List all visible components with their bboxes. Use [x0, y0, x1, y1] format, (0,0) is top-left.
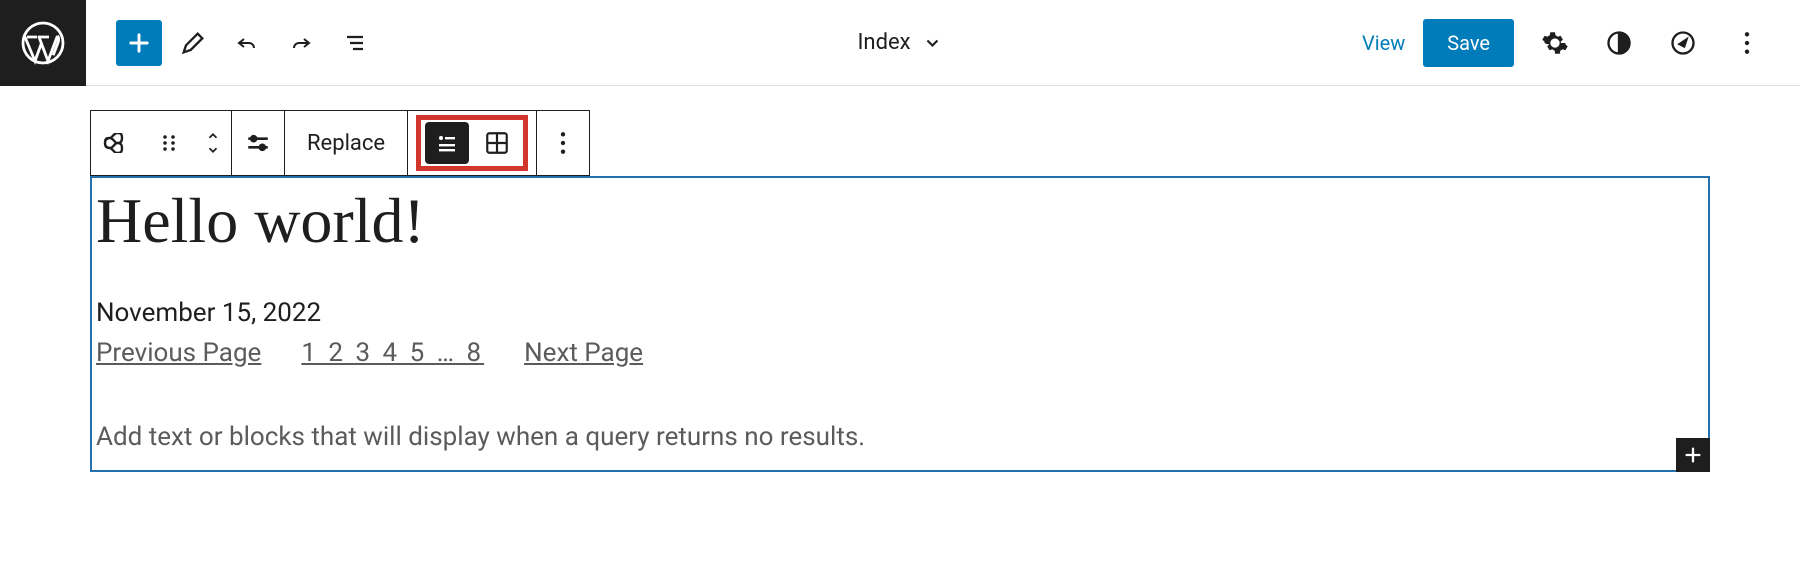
- replace-button[interactable]: Replace: [285, 111, 407, 175]
- list-layout-button[interactable]: [425, 122, 469, 164]
- block-more-options-button[interactable]: [537, 111, 589, 175]
- display-settings-button[interactable]: [232, 111, 284, 175]
- styles-button[interactable]: [1596, 20, 1642, 66]
- styles-icon: [1605, 29, 1633, 57]
- editor-top-bar: Index View Save: [0, 0, 1800, 86]
- add-block-button[interactable]: [116, 20, 162, 66]
- undo-icon: [232, 31, 262, 55]
- drag-handle[interactable]: [143, 111, 195, 175]
- grid-layout-icon: [484, 130, 510, 156]
- top-left-tools: [116, 20, 378, 66]
- document-title[interactable]: Index: [857, 30, 942, 55]
- drag-icon: [161, 131, 177, 155]
- block-toolbar: Replace: [90, 110, 590, 176]
- view-link[interactable]: View: [1362, 31, 1405, 55]
- wordpress-icon: [19, 19, 67, 67]
- tools-button[interactable]: [170, 20, 216, 66]
- save-button[interactable]: Save: [1423, 19, 1514, 67]
- document-title-text: Index: [857, 30, 910, 55]
- no-results-placeholder[interactable]: Add text or blocks that will display whe…: [96, 422, 1704, 452]
- save-button-label: Save: [1447, 31, 1490, 55]
- list-view-icon: [341, 31, 369, 55]
- plus-icon: [125, 29, 153, 57]
- page-numbers[interactable]: 1 2 3 4 5 … 8: [301, 338, 484, 368]
- sliders-icon: [245, 132, 271, 154]
- next-page-link[interactable]: Next Page: [524, 338, 643, 368]
- chevron-down-icon: [923, 33, 943, 53]
- plus-icon: [1682, 444, 1704, 466]
- chevron-down-icon: [204, 143, 222, 157]
- redo-icon: [286, 31, 316, 55]
- infinity-icon: [102, 133, 132, 153]
- view-toggle-highlight: [416, 115, 528, 171]
- toolbar-group-block: [90, 110, 232, 176]
- toolbar-group-view: [408, 110, 537, 176]
- post-title[interactable]: Hello world!: [96, 184, 1704, 258]
- more-options-button[interactable]: [1724, 20, 1770, 66]
- top-right-tools: View Save: [1362, 19, 1800, 67]
- chevron-up-icon: [204, 129, 222, 143]
- more-vertical-icon: [1743, 30, 1751, 56]
- pencil-icon: [179, 29, 207, 57]
- grid-layout-button[interactable]: [475, 122, 519, 164]
- query-loop-icon-button[interactable]: [91, 111, 143, 175]
- compass-icon: [1669, 29, 1697, 57]
- toolbar-group-settings: [232, 110, 285, 176]
- add-block-inline-button[interactable]: [1676, 438, 1710, 472]
- post-date[interactable]: November 15, 2022: [96, 298, 1704, 328]
- previous-page-link[interactable]: Previous Page: [96, 338, 261, 368]
- wordpress-logo[interactable]: [0, 0, 86, 86]
- toolbar-group-more: [537, 110, 590, 176]
- list-view-button[interactable]: [332, 20, 378, 66]
- move-up-down[interactable]: [195, 111, 231, 175]
- pagination: Previous Page 1 2 3 4 5 … 8 Next Page: [96, 338, 1704, 368]
- toolbar-group-replace: Replace: [285, 110, 408, 176]
- list-layout-icon: [434, 131, 460, 155]
- undo-button[interactable]: [224, 20, 270, 66]
- query-loop-block[interactable]: Hello world! November 15, 2022 Previous …: [90, 176, 1710, 472]
- redo-button[interactable]: [278, 20, 324, 66]
- settings-button[interactable]: [1532, 20, 1578, 66]
- navigate-button[interactable]: [1660, 20, 1706, 66]
- gear-icon: [1541, 29, 1569, 57]
- more-vertical-icon: [559, 130, 567, 156]
